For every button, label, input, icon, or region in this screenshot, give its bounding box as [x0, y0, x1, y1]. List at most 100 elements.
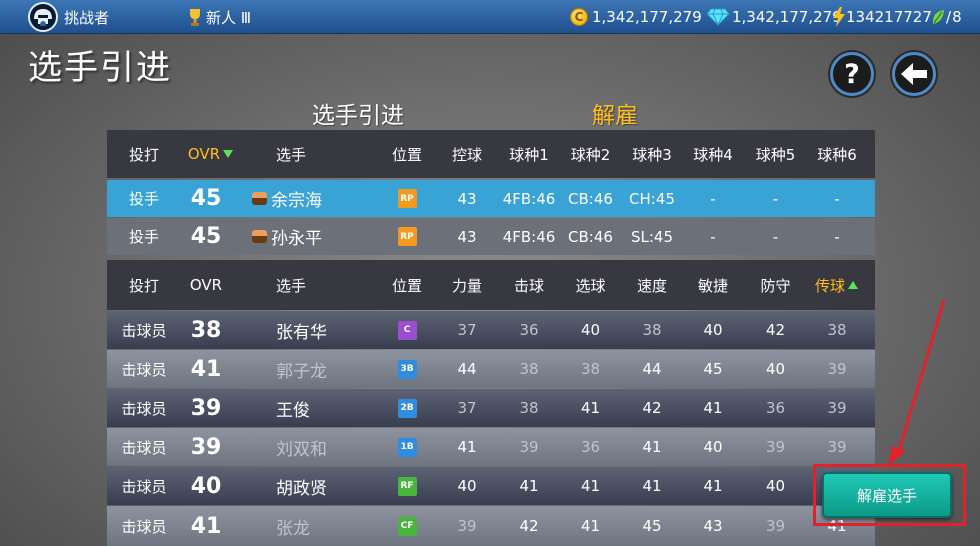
- col-header-position[interactable]: 位置: [377, 130, 437, 178]
- col-header-player[interactable]: 选手: [241, 260, 341, 310]
- player-name: 郭子龙: [276, 361, 327, 382]
- stat-eye: 36: [580, 438, 601, 456]
- player-name: 张龙: [276, 518, 310, 539]
- col-header-speed[interactable]: 速度: [621, 260, 683, 310]
- col-header-contact[interactable]: 击球: [499, 260, 559, 310]
- col-header-position[interactable]: 位置: [377, 260, 437, 310]
- fire-player-button[interactable]: 解雇选手: [822, 472, 952, 518]
- tab-release[interactable]: 解雇: [592, 96, 638, 130]
- sort-desc-icon: [223, 150, 234, 158]
- stat-contact: 42: [519, 517, 539, 535]
- player-flag-icon: [252, 230, 267, 243]
- col-header-role[interactable]: 投打: [107, 260, 181, 310]
- col-header-agility[interactable]: 敏捷: [683, 260, 743, 310]
- batter-row[interactable]: 击球员 40 胡政贤 RF 40 41 41 41 41 40 41: [107, 467, 875, 505]
- col-header-player[interactable]: 选手: [241, 130, 341, 178]
- stat-control: 43: [457, 227, 477, 246]
- stat-defense: 40: [765, 477, 786, 495]
- stat-throwing: 39: [827, 438, 847, 456]
- stat-agility: 40: [703, 321, 723, 339]
- fatigue-separator: /: [946, 8, 952, 26]
- batter-row[interactable]: 击球员 38 张有华 C 37 36 40 38 40 42 38: [107, 311, 875, 349]
- lightning-icon: [833, 7, 845, 27]
- stat-power: 39: [457, 517, 477, 535]
- player-name: 王俊: [276, 400, 310, 421]
- col-header-eye[interactable]: 选球: [560, 260, 621, 310]
- stat-agility: 43: [703, 517, 723, 535]
- player-role: 投手: [128, 228, 159, 246]
- player-ovr: 39: [190, 395, 222, 421]
- player-ovr: 41: [190, 356, 222, 382]
- batter-row[interactable]: 击球员 41 郭子龙 3B 44 38 38 44 45 40 39: [107, 350, 875, 388]
- batter-row[interactable]: 击球员 41 张龙 CF 39 42 41 45 43 39 41: [107, 506, 875, 546]
- batter-row[interactable]: 击球员 39 王俊 2B 37 38 41 42 41 36 39: [107, 389, 875, 427]
- coin-counter[interactable]: C 1,342,177,279: [570, 0, 702, 34]
- avatar[interactable]: [28, 2, 58, 32]
- player-ovr: 38: [190, 317, 222, 343]
- stat-pitch4: -: [710, 189, 716, 208]
- position-badge: RP: [397, 189, 417, 208]
- stat-eye: 41: [580, 517, 601, 535]
- col-header-throwing-label: 传球: [814, 276, 845, 295]
- col-header-ovr[interactable]: OVR: [181, 260, 231, 310]
- col-header-throwing[interactable]: 传球: [807, 260, 867, 310]
- player-ovr: 41: [190, 513, 222, 539]
- stat-pitch1: 4FB:46: [502, 227, 556, 246]
- energy-counter[interactable]: 134217727: [832, 0, 932, 34]
- col-header-defense[interactable]: 防守: [744, 260, 807, 310]
- col-header-pitch3[interactable]: 球种3: [621, 130, 683, 178]
- back-arrow-icon: [901, 63, 927, 85]
- pitcher-row[interactable]: 投手 45 余宗海 RP 43 4FB:46 CB:46 CH:45 - - -: [107, 180, 875, 217]
- stat-eye: 38: [580, 360, 601, 378]
- player-table: 投打 OVR 选手 位置 控球 球种1 球种2 球种3 球种4 球种5 球种6 …: [107, 130, 875, 546]
- position-badge: 1B: [397, 437, 417, 457]
- batter-row[interactable]: 击球员 39 刘双和 1B 41 39 36 41 40 39 39: [107, 428, 875, 466]
- col-header-role[interactable]: 投打: [107, 130, 181, 178]
- col-header-pitch6[interactable]: 球种6: [807, 130, 867, 178]
- col-header-power[interactable]: 力量: [437, 260, 497, 310]
- col-header-ovr[interactable]: OVR: [181, 130, 241, 178]
- stat-power: 40: [457, 477, 477, 495]
- stat-pitch2: CB:46: [568, 227, 613, 246]
- player-name: 胡政贤: [276, 478, 327, 499]
- stat-speed: 38: [642, 321, 662, 339]
- position-badge: 3B: [397, 359, 417, 379]
- help-button[interactable]: ?: [830, 52, 874, 96]
- col-header-pitch5[interactable]: 球种5: [744, 130, 807, 178]
- username: 挑战者: [64, 8, 110, 27]
- stat-power: 37: [457, 321, 477, 339]
- stat-pitch4: -: [710, 227, 716, 246]
- stat-defense: 36: [765, 399, 786, 417]
- col-header-control[interactable]: 控球: [437, 130, 497, 178]
- stat-pitch2: CB:46: [568, 189, 613, 208]
- stat-pitch5: -: [772, 227, 779, 246]
- position-badge: C: [397, 320, 417, 340]
- question-mark-icon: ?: [844, 58, 860, 90]
- leaf-icon: [932, 10, 944, 24]
- player-name: 刘双和: [276, 439, 327, 460]
- col-header-pitch1[interactable]: 球种1: [499, 130, 559, 178]
- player-name-cell: 孙永平: [252, 218, 352, 255]
- col-header-pitch2[interactable]: 球种2: [560, 130, 621, 178]
- stat-pitch5: -: [772, 189, 779, 208]
- stat-defense: 39: [765, 517, 786, 535]
- gem-counter[interactable]: 1,342,177,279: [706, 0, 842, 34]
- top-status-bar: 挑战者 新人 Ⅲ C 1,342,177,279 1,342,177,279 1…: [0, 0, 980, 34]
- col-header-ovr-label: OVR: [187, 145, 221, 163]
- energy-amount: 134217727: [846, 8, 932, 26]
- stat-control: 43: [457, 189, 477, 208]
- coin-amount: 1,342,177,279: [592, 8, 702, 26]
- player-ovr: 39: [190, 434, 222, 460]
- stat-defense: 39: [765, 438, 786, 456]
- col-header-pitch4[interactable]: 球种4: [683, 130, 743, 178]
- stat-pitch3: CH:45: [629, 189, 675, 208]
- player-ovr: 45: [190, 224, 222, 249]
- tab-recruit[interactable]: 选手引进: [312, 96, 404, 130]
- position-badge: 2B: [397, 398, 417, 418]
- back-button[interactable]: [892, 52, 936, 96]
- stat-defense: 42: [765, 321, 786, 339]
- stat-defense: 40: [765, 360, 786, 378]
- pitcher-row[interactable]: 投手 45 孙永平 RP 43 4FB:46 CB:46 SL:45 - - -: [107, 218, 875, 255]
- fatigue-counter[interactable]: / 8: [931, 0, 962, 34]
- stat-speed: 44: [642, 360, 662, 378]
